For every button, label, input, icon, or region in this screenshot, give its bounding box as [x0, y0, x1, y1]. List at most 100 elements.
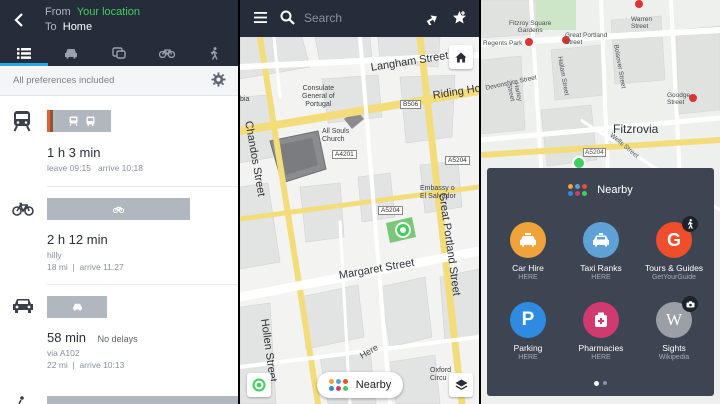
district-label: Fitzrovia — [613, 122, 659, 136]
tab-car[interactable] — [48, 40, 96, 66]
route-bicycle[interactable]: 2 h 12 min hilly 18 mi | arrive 11:27 — [0, 186, 238, 284]
category-pharmacies[interactable]: Pharmacies HERE — [566, 302, 636, 361]
parking-icon: P — [510, 302, 546, 338]
train-small-icon — [69, 116, 78, 126]
route-car[interactable]: 58 min No delays via A102 22 mi | arrive… — [0, 284, 238, 384]
from-to-fields[interactable]: From Your location To Home — [45, 5, 140, 35]
walk-icon — [210, 46, 218, 60]
road-shield: A5204 — [378, 206, 403, 215]
routes-header: From Your location To Home — [0, 0, 238, 40]
camera-badge-icon — [682, 296, 698, 312]
taxi-icon — [583, 222, 619, 258]
settings-button[interactable] — [211, 72, 226, 92]
route-times: leave 09:15 arrive 10:18 — [47, 163, 143, 173]
category-source: Wikipedia — [658, 354, 690, 361]
route-transit-bar — [47, 110, 111, 132]
tab-transit[interactable] — [95, 40, 143, 66]
category-taxi-ranks[interactable]: Taxi Ranks HERE — [566, 222, 636, 281]
page-dot — [603, 381, 607, 385]
category-name: Sights — [662, 343, 686, 353]
home-button[interactable] — [449, 45, 473, 69]
route-public-transport[interactable]: 1 h 3 min leave 09:15 arrive 10:18 — [0, 96, 238, 186]
poi-label: Consulate General of Portugal — [302, 85, 335, 108]
route-car-bar — [47, 296, 107, 318]
list-icon — [16, 47, 31, 59]
gear-icon — [211, 72, 226, 87]
category-tours-guides[interactable]: G Tours & Guides GetYourGuide — [639, 216, 709, 281]
back-arrow-icon — [14, 13, 23, 27]
car-icon — [13, 299, 33, 313]
route-leave: leave 09:15 — [47, 163, 91, 173]
road-shield: A5204 — [583, 148, 606, 157]
to-label: To — [45, 21, 57, 33]
route-arrive: arrive 10:13 — [79, 360, 125, 370]
route-times: 18 mi | arrive 11:27 — [47, 262, 124, 272]
poi-label: Oxford Circu — [430, 367, 452, 382]
route-distance: 18 mi — [47, 262, 68, 272]
search-icon[interactable] — [280, 10, 295, 25]
home-icon — [455, 52, 467, 62]
map-layers-button[interactable] — [449, 373, 473, 397]
map-panel: Search Langham Street Riding Hou Chandos… — [240, 0, 479, 404]
train-icon — [13, 111, 31, 132]
bicycle-icon — [12, 202, 34, 216]
road-shield: A5204 — [445, 156, 470, 165]
category-car-hire[interactable]: Car Hire HERE — [493, 222, 563, 281]
tab-walk[interactable] — [190, 40, 238, 66]
category-source: HERE — [591, 274, 611, 281]
route-arrive: arrive 10:18 — [98, 163, 143, 173]
place-label: Regents Park — [483, 40, 523, 47]
road-shield: B506 — [400, 100, 422, 109]
back-button[interactable] — [8, 10, 30, 30]
tab-all-modes[interactable] — [0, 40, 48, 66]
road-shield: A4201 — [332, 150, 357, 159]
category-parking[interactable]: P Parking HERE — [493, 302, 563, 361]
directions-icon[interactable] — [425, 11, 439, 25]
preferences-text: All preferences included — [13, 75, 115, 86]
collections-star-icon[interactable] — [452, 10, 467, 25]
place-label: Great Portland Street — [565, 32, 608, 46]
transit-icon — [112, 47, 126, 59]
poi-label: All Souls Church — [322, 128, 350, 143]
page-indicator[interactable] — [487, 381, 714, 386]
nearby-button[interactable]: Nearby — [317, 372, 403, 398]
poi-label: bia — [240, 96, 250, 103]
layers-icon — [455, 379, 467, 390]
getyourguide-icon: G — [656, 216, 698, 258]
routes-panel: From Your location To Home All preferenc… — [0, 0, 238, 404]
nearby-title: Nearby — [487, 184, 714, 196]
nearby-title-text: Nearby — [597, 184, 633, 196]
category-name: Pharmacies — [578, 343, 624, 353]
route-times: 22 mi | arrive 10:13 — [47, 360, 125, 370]
from-value[interactable]: Your location — [77, 6, 140, 18]
bicycle-small-icon — [113, 206, 124, 213]
category-source: HERE — [518, 274, 538, 281]
transport-mode-tabs — [0, 40, 238, 66]
route-bicycle-bar — [47, 198, 190, 220]
nearby-button-label: Nearby — [355, 379, 392, 391]
map-search-bar: Search — [240, 0, 479, 37]
preferences-row[interactable]: All preferences included — [0, 66, 238, 96]
category-name: Taxi Ranks — [580, 263, 622, 273]
route-arrive: arrive 11:27 — [79, 262, 124, 272]
category-name: Tours & Guides — [644, 263, 704, 273]
search-input[interactable]: Search — [304, 11, 342, 25]
route-duration: 58 min — [47, 330, 87, 345]
route-distance: 22 mi — [47, 360, 68, 370]
walk-badge-icon — [682, 216, 698, 232]
route-duration-row: 58 min No delays — [47, 330, 138, 345]
place-label: Fitzroy Square Gardens — [509, 20, 552, 34]
to-value[interactable]: Home — [63, 21, 92, 33]
place-label: Goodge Street — [667, 92, 691, 106]
bus-small-icon — [86, 116, 95, 126]
category-source: HERE — [591, 354, 611, 361]
category-sights[interactable]: W Sights Wikipedia — [639, 296, 709, 361]
traffic-status: No delays — [97, 334, 138, 344]
car-icon — [65, 48, 78, 58]
category-name: Car Hire — [512, 263, 544, 273]
tab-bicycle[interactable] — [143, 40, 191, 66]
menu-icon[interactable] — [254, 12, 267, 23]
car-small-icon — [72, 303, 82, 311]
bicycle-icon — [158, 49, 175, 58]
my-location-button[interactable] — [247, 373, 271, 397]
